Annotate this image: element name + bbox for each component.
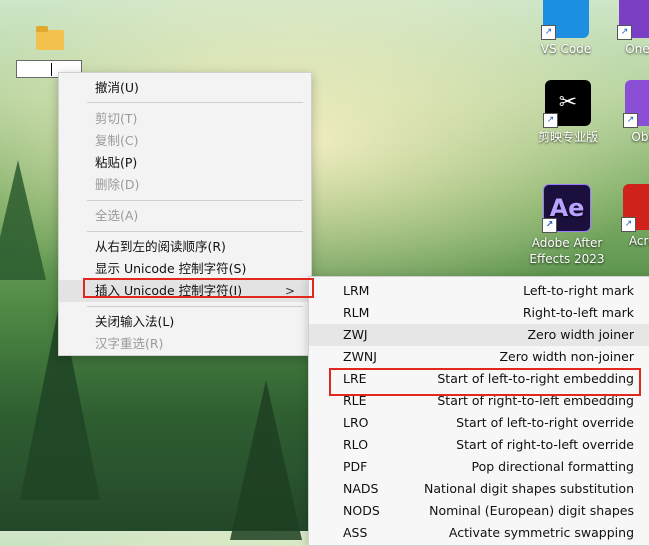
submenu-item-nads[interactable]: NADS National digit shapes substitution	[309, 478, 649, 500]
menu-separator	[87, 231, 303, 232]
menu-separator	[87, 306, 303, 307]
highlight-box-insert-unicode	[83, 278, 314, 298]
shortcut-arrow-icon: ↗	[541, 25, 556, 40]
submenu-item-code: ASS	[343, 525, 368, 540]
shortcut-arrow-icon: ↗	[621, 217, 636, 232]
unicode-control-submenu: LRM Left-to-right mark RLM Right-to-left m…	[308, 276, 649, 546]
menu-separator	[87, 200, 303, 201]
submenu-item-lrm[interactable]: LRM Left-to-right mark	[309, 280, 649, 302]
submenu-item-desc: Nominal (European) digit shapes	[429, 503, 634, 518]
menu-item-select-all[interactable]: 全选(A)	[59, 205, 311, 227]
submenu-item-desc: Pop directional formatting	[471, 459, 634, 474]
menu-item-paste[interactable]: 粘贴(P)	[59, 152, 311, 174]
desktop-shortcut-acrobat[interactable]: ↗ Acrob	[616, 184, 649, 249]
submenu-item-desc: Right-to-left mark	[522, 305, 634, 320]
shortcut-arrow-icon: ↗	[543, 113, 558, 128]
desktop-icon-label: Adobe After Effects 2023	[527, 235, 607, 267]
submenu-item-code: RLO	[343, 437, 369, 452]
after-effects-icon: Ae ↗	[542, 184, 591, 233]
label-line: Effects 2023	[529, 252, 605, 266]
submenu-item-desc: Left-to-right mark	[523, 283, 634, 298]
submenu-item-code: RLM	[343, 305, 370, 320]
submenu-item-zwnj[interactable]: ZWNJ Zero width non-joiner	[309, 346, 649, 368]
shortcut-arrow-icon: ↗	[623, 113, 638, 128]
acrobat-icon: ↗	[621, 184, 649, 232]
text-caret	[51, 63, 52, 76]
submenu-item-code: NADS	[343, 481, 379, 496]
vscode-icon: ↗	[541, 0, 589, 40]
desktop-icon-label: 剪映专业版	[537, 130, 598, 144]
submenu-item-code: ZWNJ	[343, 349, 377, 364]
desktop-shortcut-onenote[interactable]: ↗ OneN	[612, 0, 649, 57]
folder-icon[interactable]	[36, 26, 64, 50]
label-line: Adobe After	[531, 236, 603, 250]
desktop-icon-label: Obsic	[631, 130, 649, 144]
capcut-icon: ✂ ↗	[543, 80, 591, 128]
desktop-icon-label: VS Code	[540, 42, 592, 56]
desktop-shortcut-after-effects[interactable]: Ae ↗ Adobe After Effects 2023	[527, 184, 607, 267]
menu-item-delete[interactable]: 删除(D)	[59, 174, 311, 196]
menu-item-undo[interactable]: 撤消(U)	[59, 77, 311, 99]
menu-item-copy[interactable]: 复制(C)	[59, 130, 311, 152]
desktop-icon-label: OneN	[625, 42, 649, 56]
submenu-item-zwj[interactable]: ZWJ Zero width joiner	[309, 324, 649, 346]
submenu-item-desc: Start of left-to-right override	[456, 415, 634, 430]
menu-separator	[87, 102, 303, 103]
menu-item-reconvert[interactable]: 汉字重选(R)	[59, 333, 311, 355]
submenu-item-rlm[interactable]: RLM Right-to-left mark	[309, 302, 649, 324]
submenu-item-desc: Activate symmetric swapping	[448, 525, 634, 540]
submenu-item-desc: Zero width joiner	[527, 327, 634, 342]
menu-item-close-ime[interactable]: 关闭输入法(L)	[59, 311, 311, 333]
submenu-item-lro[interactable]: LRO Start of left-to-right override	[309, 412, 649, 434]
menu-item-rtl-reading-order[interactable]: 从右到左的阅读顺序(R)	[59, 236, 311, 258]
submenu-item-code: LRM	[343, 283, 370, 298]
obsidian-icon: ↗	[623, 80, 649, 128]
submenu-item-desc: National digit shapes substitution	[424, 481, 634, 496]
capcut-glyph: ✂	[558, 90, 578, 115]
desktop-shortcut-vscode[interactable]: ↗ VS Code	[533, 0, 599, 57]
desktop-shortcut-capcut[interactable]: ✂ ↗ 剪映专业版	[533, 80, 603, 145]
submenu-item-pdf[interactable]: PDF Pop directional formatting	[309, 456, 649, 478]
menu-item-cut[interactable]: 剪切(T)	[59, 108, 311, 130]
context-menu: 撤消(U) 剪切(T) 复制(C) 粘贴(P) 删除(D) 全选(A) 从右到左…	[58, 72, 312, 356]
highlight-box-lre	[329, 368, 641, 396]
submenu-item-code: PDF	[343, 459, 368, 474]
submenu-item-desc: Start of right-to-left override	[456, 437, 634, 452]
shortcut-arrow-icon: ↗	[617, 25, 632, 40]
desktop-shortcut-obsidian[interactable]: ↗ Obsic	[618, 80, 649, 145]
submenu-item-ass[interactable]: ASS Activate symmetric swapping	[309, 522, 649, 544]
submenu-item-rlo[interactable]: RLO Start of right-to-left override	[309, 434, 649, 456]
submenu-item-code: LRO	[343, 415, 369, 430]
desktop-icon-label: Acrob	[628, 234, 649, 248]
submenu-item-desc: Zero width non-joiner	[499, 349, 634, 364]
submenu-item-code: NODS	[343, 503, 380, 518]
shortcut-arrow-icon: ↗	[542, 218, 557, 233]
submenu-item-nods[interactable]: NODS Nominal (European) digit shapes	[309, 500, 649, 522]
menu-item-show-unicode-control[interactable]: 显示 Unicode 控制字符(S)	[59, 258, 311, 280]
background-tree	[230, 380, 302, 540]
submenu-item-code: ZWJ	[343, 327, 368, 342]
background-tree	[0, 160, 46, 280]
onenote-icon: ↗	[617, 0, 649, 40]
